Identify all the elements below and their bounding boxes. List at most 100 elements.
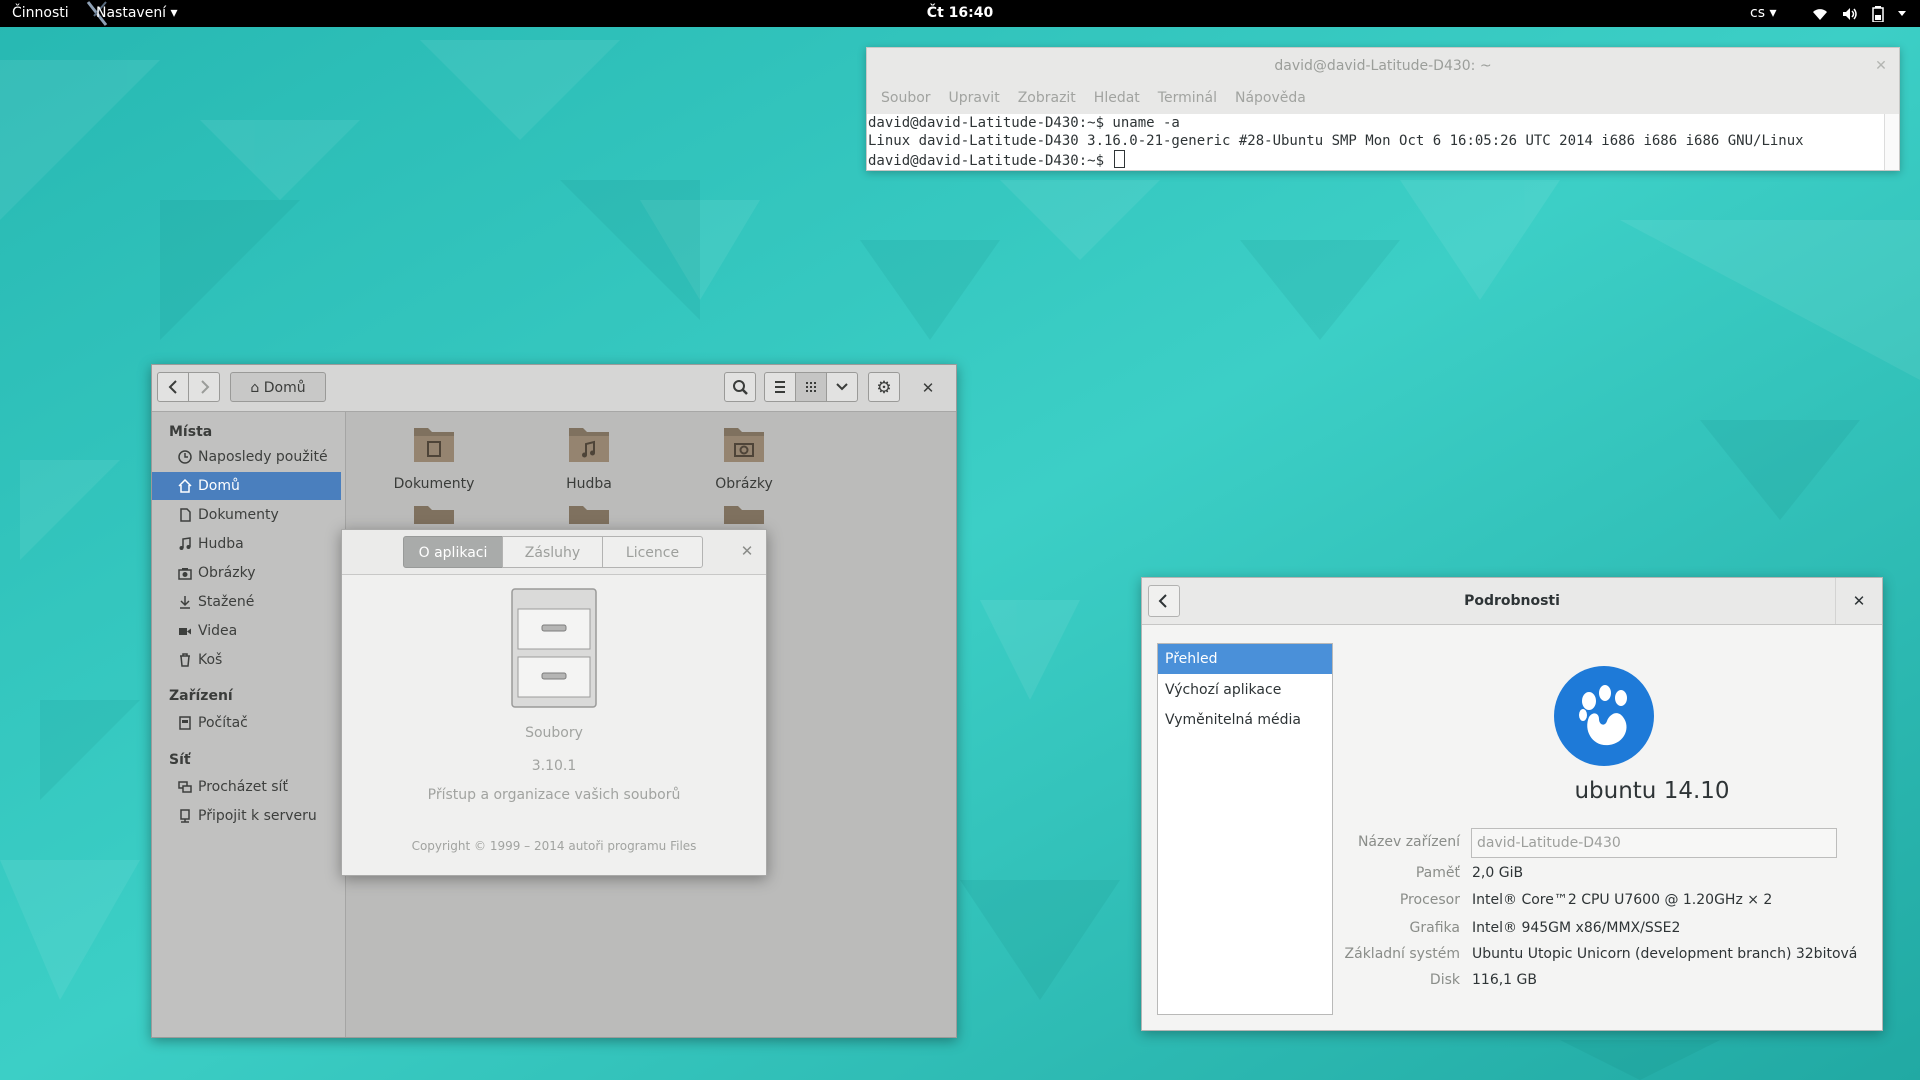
close-icon[interactable]: ✕ — [738, 542, 756, 560]
sidebar-item-label: Naposledy použité — [198, 449, 328, 465]
close-button[interactable]: ✕ — [1835, 578, 1882, 624]
menu-zobrazit[interactable]: Zobrazit — [1010, 88, 1086, 108]
sidebar-item-label: Počítač — [198, 715, 248, 731]
device-name-label: Název zařízení — [1357, 834, 1460, 850]
disk-label: Disk — [1429, 972, 1460, 988]
app-description: Přístup a organizace vašich souborů — [427, 787, 681, 803]
processor-label: Procesor — [1399, 892, 1460, 908]
folder-label: Dokumenty — [393, 476, 475, 492]
device-name-input[interactable]: david-Latitude-D430 — [1471, 828, 1837, 858]
sidebar-item-videos[interactable]: Videa — [152, 617, 341, 645]
sidebar-item-connect-server[interactable]: Připojit k serveru — [152, 802, 341, 830]
location-button-home[interactable]: ⌂ Domů — [230, 372, 326, 402]
terminal-prompt: david@david-Latitude-D430:~$ — [868, 153, 1113, 169]
grid-view-button[interactable] — [795, 372, 827, 402]
sidebar-item-label: Hudba — [198, 536, 244, 552]
top-bar: Činnosti Nastavení ▾ Čt 16:40 cs ▾ — [0, 0, 1920, 27]
sidebar-item-recent[interactable]: Naposledy použité — [152, 443, 341, 471]
about-dialog[interactable]: O aplikaci Zásluhy Licence ✕ Soubory 3.1… — [341, 529, 767, 876]
menu-upravit[interactable]: Upravit — [941, 88, 1010, 108]
app-name: Soubory — [525, 725, 583, 741]
row-device-name: Název zařízení david-Latitude-D430 — [1142, 828, 1882, 858]
terminal-window[interactable]: david@david-Latitude-D430: ~ ✕ Soubor Up… — [866, 47, 1900, 171]
nav-item-removable-media[interactable]: Vyměnitelná média — [1158, 705, 1332, 735]
search-button[interactable] — [724, 372, 756, 402]
nav-item-default-apps[interactable]: Výchozí aplikace — [1158, 675, 1332, 705]
activities-button[interactable]: Činnosti — [12, 0, 69, 27]
row-base-system: Základní systém Ubuntu Utopic Unicorn (d… — [1142, 946, 1882, 968]
document-icon — [180, 508, 191, 522]
chevron-left-icon — [168, 380, 177, 394]
volume-icon — [1843, 7, 1857, 20]
os-name: ubuntu 14.10 — [1574, 778, 1730, 804]
menu-terminal[interactable]: Terminál — [1150, 88, 1227, 108]
folder-documents[interactable]: Dokumenty — [374, 422, 494, 492]
app-menu[interactable]: Nastavení ▾ — [96, 0, 178, 27]
nav-item-overview[interactable]: Přehled — [1158, 644, 1332, 674]
forward-button[interactable] — [188, 372, 220, 402]
folder-music[interactable]: Hudba — [529, 422, 649, 492]
window-title: Podrobnosti — [1464, 593, 1560, 609]
app-copyright: Copyright © 1999 – 2014 autoři programu … — [411, 839, 697, 853]
terminal-output[interactable]: david@david-Latitude-D430:~$ uname -a Li… — [867, 114, 1885, 170]
processor-value: Intel® Core™2 CPU U7600 @ 1.20GHz × 2 — [1472, 892, 1773, 908]
view-options-button[interactable] — [826, 372, 858, 402]
memory-value: 2,0 GiB — [1472, 865, 1524, 881]
back-button[interactable] — [1148, 585, 1180, 617]
row-memory: Paměť 2,0 GiB — [1142, 865, 1882, 887]
graphics-label: Grafika — [1409, 920, 1460, 936]
folder-icon — [569, 506, 609, 524]
row-disk: Disk 116,1 GB — [1142, 972, 1882, 994]
wifi-icon — [1813, 8, 1827, 20]
about-content: Soubory 3.10.1 Přístup a organizace vaši… — [342, 575, 766, 875]
row-processor: Procesor Intel® Core™2 CPU U7600 @ 1.20G… — [1142, 892, 1882, 914]
sidebar-item-browse-network[interactable]: Procházet síť — [152, 773, 341, 801]
sidebar-heading-network: Síť — [169, 752, 191, 768]
sidebar-item-trash[interactable]: Koš — [152, 646, 341, 674]
clock-button[interactable]: Čt 16:40 — [927, 5, 993, 21]
terminal-scrollbar[interactable] — [1884, 114, 1899, 170]
grid-view-icon — [806, 382, 816, 392]
chevron-down-icon — [836, 383, 848, 391]
video-icon — [179, 628, 191, 635]
network-icon — [178, 781, 192, 793]
terminal-line: Linux david-Latitude-D430 3.16.0-21-gene… — [868, 133, 1804, 149]
sidebar-item-label: Stažené — [198, 594, 255, 610]
server-icon — [180, 809, 190, 823]
folder-label: Obrázky — [715, 476, 773, 492]
file-cabinet-icon — [511, 588, 597, 708]
status-menu[interactable] — [1812, 0, 1906, 27]
files-sidebar: Místa Naposledy použité Domů Dokumenty H… — [152, 412, 346, 1037]
tab-about[interactable]: O aplikaci — [403, 536, 503, 568]
keyboard-language-menu[interactable]: cs ▾ — [1750, 0, 1776, 27]
sidebar-item-label: Obrázky — [198, 565, 256, 581]
gear-menu-button[interactable]: ⚙ — [868, 372, 900, 402]
sidebar-item-pictures[interactable]: Obrázky — [152, 559, 341, 587]
sidebar-item-music[interactable]: Hudba — [152, 530, 341, 558]
menu-napoveda[interactable]: Nápověda — [1227, 88, 1316, 108]
folder-pictures[interactable]: Obrázky — [684, 422, 804, 492]
menu-hledat[interactable]: Hledat — [1086, 88, 1150, 108]
folder-pictures-icon — [724, 428, 764, 462]
files-headerbar: ⌂ Domů ⚙ ✕ — [152, 365, 956, 412]
app-version: 3.10.1 — [531, 758, 577, 774]
list-view-button[interactable] — [764, 372, 796, 402]
tab-credits[interactable]: Zásluhy — [502, 536, 603, 568]
clock-icon — [178, 450, 192, 464]
close-button[interactable]: ✕ — [910, 372, 946, 402]
sidebar-heading-places: Místa — [169, 424, 213, 440]
row-graphics: Grafika Intel® 945GM x86/MMX/SSE2 — [1142, 920, 1882, 942]
sidebar-item-downloads[interactable]: Stažené — [152, 588, 341, 616]
location-label: Domů — [263, 380, 306, 396]
tab-license[interactable]: Licence — [602, 536, 703, 568]
details-window[interactable]: Podrobnosti ✕ Přehled Výchozí aplikace V… — [1141, 577, 1883, 1031]
back-button[interactable] — [157, 372, 189, 402]
menu-soubor[interactable]: Soubor — [873, 88, 941, 108]
graphics-value: Intel® 945GM x86/MMX/SSE2 — [1472, 920, 1681, 936]
music-icon — [179, 537, 191, 550]
sidebar-item-home[interactable]: Domů — [152, 472, 341, 500]
sidebar-item-documents[interactable]: Dokumenty — [152, 501, 341, 529]
sidebar-item-computer[interactable]: Počítač — [152, 709, 341, 737]
close-icon[interactable]: ✕ — [1873, 58, 1889, 74]
clock: Čt 16:40 — [0, 0, 1920, 27]
